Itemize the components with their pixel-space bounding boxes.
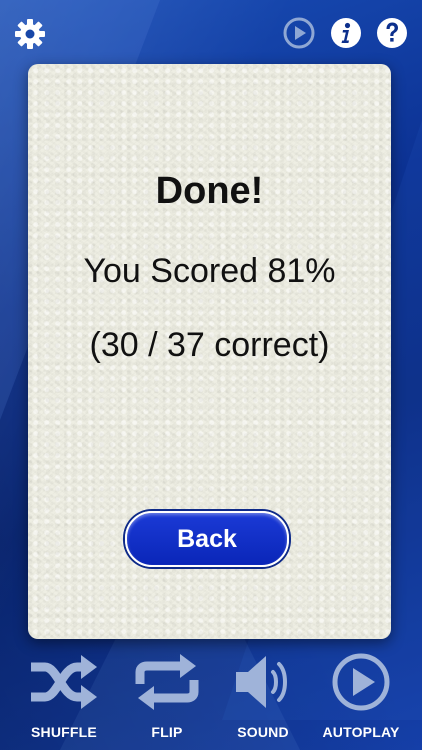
play-circle-icon [332,653,390,711]
shuffle-label: SHUFFLE [31,724,97,740]
speaker-icon [236,656,287,708]
result-card: Done! You Scored 81% (30 / 37 correct) B… [28,64,391,639]
help-button[interactable] [376,17,408,49]
sound-label: SOUND [237,724,289,740]
repeat-icon [135,654,199,710]
question-icon [377,18,407,48]
score-text: You Scored 81% [83,252,336,290]
flip-button[interactable]: FLIP [117,650,217,746]
result-heading: Done! [155,170,264,212]
settings-button[interactable] [14,18,46,50]
flip-label: FLIP [151,724,183,740]
info-button[interactable] [330,17,362,49]
info-icon [331,18,361,48]
shuffle-icon [31,655,97,709]
autoplay-label: AUTOPLAY [322,724,400,740]
play-circle-icon [283,17,315,49]
shuffle-button[interactable]: SHUFFLE [14,650,114,746]
play-button[interactable] [283,17,315,49]
back-button[interactable]: Back [125,511,289,567]
gear-icon [15,19,45,49]
correct-count-text: (30 / 37 correct) [89,326,330,364]
sound-button[interactable]: SOUND [213,650,313,746]
autoplay-button[interactable]: AUTOPLAY [311,650,411,746]
